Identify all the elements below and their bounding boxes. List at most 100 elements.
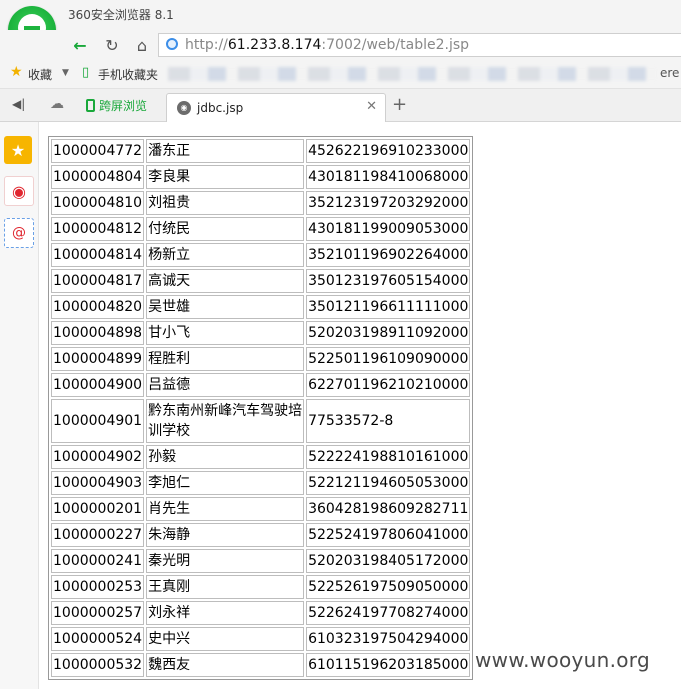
cross-screen-label: 跨屏浏览 bbox=[99, 98, 148, 113]
app-title: 360安全浏览器 8.1 bbox=[68, 8, 174, 22]
cell-name: 肖先生 bbox=[146, 497, 305, 521]
favorites-dropdown-icon[interactable]: ▼ bbox=[62, 68, 69, 78]
cell-name: 朱海静 bbox=[146, 523, 305, 547]
bookmarks-bar: ★ 收藏 ▼ ▯ 手机收藏夹 ere bbox=[0, 60, 681, 89]
cell-id: 1000000253 bbox=[51, 575, 145, 599]
cell-number: 610323197504294000 bbox=[306, 627, 471, 651]
table-row: 1000004901 黔东南州新峰汽车驾驶培训学校 77533572-8 bbox=[51, 399, 471, 443]
cell-number: 522501196109090000 bbox=[306, 347, 471, 371]
cell-id: 1000000227 bbox=[51, 523, 145, 547]
home-icon[interactable]: ⌂ bbox=[130, 33, 154, 57]
table-row: 1000004902 孙毅 522224198810161000 bbox=[51, 445, 471, 469]
table-row: 1000004812 付统民 430181199009053000 bbox=[51, 217, 471, 241]
table-row: 1000004814 杨新立 352101196902264000 bbox=[51, 243, 471, 267]
cell-id: 1000004817 bbox=[51, 269, 145, 293]
site-security-icon[interactable] bbox=[166, 38, 178, 50]
cell-name: 刘永祥 bbox=[146, 601, 305, 625]
tab-label: jdbc.jsp bbox=[197, 101, 244, 115]
phone-outline-icon bbox=[86, 98, 95, 112]
tab-bar: ◀| ☁ 跨屏浏览 ◉ jdbc.jsp ✕ + bbox=[0, 89, 681, 122]
cell-name: 高诚天 bbox=[146, 269, 305, 293]
cell-number: 352101196902264000 bbox=[306, 243, 471, 267]
cell-name: 吴世雄 bbox=[146, 295, 305, 319]
cell-name: 黔东南州新峰汽车驾驶培训学校 bbox=[146, 399, 305, 443]
new-tab-plus-icon[interactable]: + bbox=[392, 94, 407, 115]
tab-cross-screen[interactable]: 跨屏浏览 bbox=[82, 95, 153, 115]
mobile-favorites-link[interactable]: 手机收藏夹 bbox=[98, 66, 158, 83]
favorites-star-icon[interactable]: ★ bbox=[4, 136, 32, 164]
cell-id: 1000000532 bbox=[51, 653, 145, 677]
url-path: :7002/web/table2.jsp bbox=[321, 37, 470, 53]
table-row: 1000000201 肖先生 360428198609282711 bbox=[51, 497, 471, 521]
page-content: 1000004772 潘东正 452622196910233000 100000480… bbox=[48, 136, 474, 680]
table-row: 1000000257 刘永祥 522624197708274000 bbox=[51, 601, 471, 625]
back-arrow-icon[interactable]: ← bbox=[68, 33, 92, 57]
mail-at-icon[interactable]: @ bbox=[4, 218, 34, 248]
table-row: 1000004810 刘祖贵 352123197203292000 bbox=[51, 191, 471, 215]
cell-id: 1000000201 bbox=[51, 497, 145, 521]
cell-id: 1000004902 bbox=[51, 445, 145, 469]
cell-id: 1000004810 bbox=[51, 191, 145, 215]
table-row: 1000004817 高诚天 350123197605154000 bbox=[51, 269, 471, 293]
favorites-star-icon[interactable]: ★ bbox=[10, 64, 23, 80]
table-row: 1000004898 甘小飞 520203198911092000 bbox=[51, 321, 471, 345]
table-row: 1000004900 吕益德 622701196210210000 bbox=[51, 373, 471, 397]
table-row: 1000000253 王真刚 522526197509050000 bbox=[51, 575, 471, 599]
cell-id: 1000004804 bbox=[51, 165, 145, 189]
cell-id: 1000004772 bbox=[51, 139, 145, 163]
cell-number: 430181199009053000 bbox=[306, 217, 471, 241]
cell-number: 522526197509050000 bbox=[306, 575, 471, 599]
table-row: 1000000241 秦光明 520203198405172000 bbox=[51, 549, 471, 573]
cell-number: 360428198609282711 bbox=[306, 497, 471, 521]
cell-id: 1000004898 bbox=[51, 321, 145, 345]
cell-number: 610115196203185000 bbox=[306, 653, 471, 677]
cell-id: 1000004820 bbox=[51, 295, 145, 319]
cell-id: 1000000241 bbox=[51, 549, 145, 573]
cell-name: 李良果 bbox=[146, 165, 305, 189]
address-bar[interactable]: http://61.233.8.174:7002/web/table2.jsp bbox=[158, 33, 681, 57]
cell-name: 潘东正 bbox=[146, 139, 305, 163]
navigation-bar: ← ↻ ⌂ http://61.233.8.174:7002/web/table… bbox=[0, 30, 681, 60]
table-row: 1000000532 魏西友 610115196203185000 bbox=[51, 653, 471, 677]
cell-name: 付统民 bbox=[146, 217, 305, 241]
cell-number: 77533572-8 bbox=[306, 399, 471, 443]
cell-id: 1000004901 bbox=[51, 399, 145, 443]
sidebar-toggle-icon[interactable]: ◀| bbox=[12, 97, 25, 111]
bookmark-overflow-text[interactable]: ere bbox=[660, 66, 679, 80]
favorites-menu[interactable]: 收藏 bbox=[28, 66, 52, 83]
table-row: 1000004820 吴世雄 350121196611111000 bbox=[51, 295, 471, 319]
cell-name: 魏西友 bbox=[146, 653, 305, 677]
table-row: 1000000227 朱海静 522524197806041000 bbox=[51, 523, 471, 547]
cell-number: 350123197605154000 bbox=[306, 269, 471, 293]
url-scheme: http:// bbox=[185, 37, 228, 53]
cell-number: 522624197708274000 bbox=[306, 601, 471, 625]
tab-jdbc-jsp[interactable]: ◉ jdbc.jsp ✕ bbox=[166, 93, 386, 122]
cell-name: 王真刚 bbox=[146, 575, 305, 599]
table-row: 1000004804 李良果 430181198410068000 bbox=[51, 165, 471, 189]
cell-number: 452622196910233000 bbox=[306, 139, 471, 163]
cell-name: 史中兴 bbox=[146, 627, 305, 651]
cell-name: 杨新立 bbox=[146, 243, 305, 267]
address-text[interactable]: http://61.233.8.174:7002/web/table2.jsp bbox=[185, 37, 469, 53]
cell-id: 1000004903 bbox=[51, 471, 145, 495]
cell-number: 522524197806041000 bbox=[306, 523, 471, 547]
blurred-bookmarks bbox=[168, 67, 658, 81]
weibo-icon[interactable]: ◉ bbox=[4, 176, 34, 206]
cell-name: 甘小飞 bbox=[146, 321, 305, 345]
cell-name: 程胜利 bbox=[146, 347, 305, 371]
page-favicon-icon: ◉ bbox=[177, 101, 191, 115]
cell-number: 622701196210210000 bbox=[306, 373, 471, 397]
cell-number: 520203198911092000 bbox=[306, 321, 471, 345]
reload-icon[interactable]: ↻ bbox=[100, 33, 124, 57]
cell-name: 秦光明 bbox=[146, 549, 305, 573]
watermark: www.wooyun.org bbox=[475, 648, 650, 672]
cloud-icon[interactable]: ☁ bbox=[50, 96, 64, 112]
cell-id: 1000004900 bbox=[51, 373, 145, 397]
table-row: 1000004899 程胜利 522501196109090000 bbox=[51, 347, 471, 371]
cell-id: 1000004899 bbox=[51, 347, 145, 371]
close-icon[interactable]: ✕ bbox=[366, 99, 377, 114]
left-sidebar: ★ ◉ @ bbox=[0, 122, 39, 689]
table-body: 1000004772 潘东正 452622196910233000 100000480… bbox=[51, 139, 471, 677]
cell-number: 520203198405172000 bbox=[306, 549, 471, 573]
table-row: 1000000524 史中兴 610323197504294000 bbox=[51, 627, 471, 651]
